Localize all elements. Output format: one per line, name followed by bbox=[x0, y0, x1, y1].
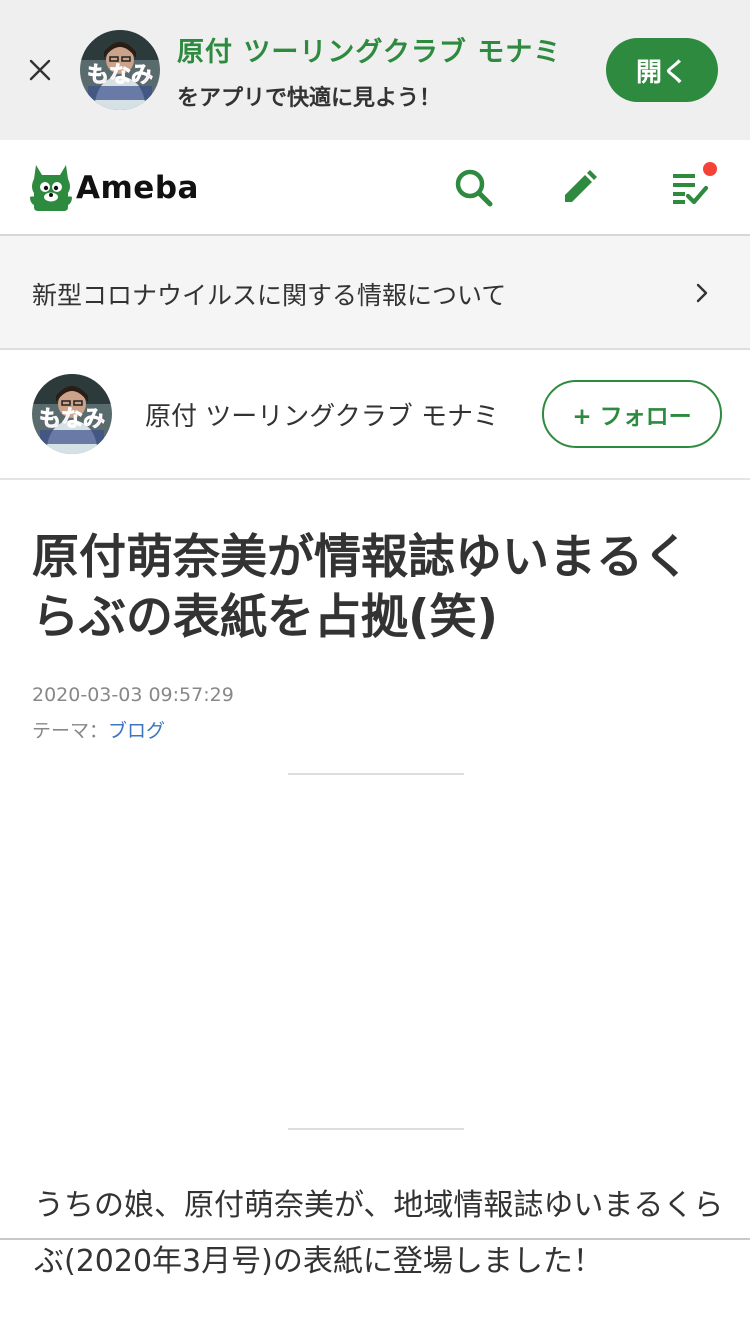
follow-button[interactable]: + フォロー bbox=[542, 380, 722, 448]
write-post-button[interactable] bbox=[557, 166, 601, 210]
checklist-icon bbox=[673, 174, 709, 205]
site-header: Ameba bbox=[0, 140, 750, 236]
theme-label: テーマ： bbox=[32, 720, 109, 742]
notice-text: 新型コロナウイルスに関する情報について bbox=[32, 281, 507, 310]
covid-notice-link[interactable]: 新型コロナウイルスに関する情報について bbox=[0, 236, 750, 350]
open-app-button[interactable]: 開く bbox=[606, 38, 718, 102]
avatar-logo-text: もなみ bbox=[39, 407, 105, 432]
edit-icon bbox=[565, 170, 597, 202]
ameba-mascot-icon bbox=[30, 165, 72, 211]
search-icon bbox=[455, 169, 493, 207]
banner-subtitle: をアプリで快適に見よう！ bbox=[177, 86, 442, 111]
banner-app-title: 原付 ツーリングクラブ モナミ bbox=[177, 37, 562, 68]
article-title: 原付萌奈美が情報誌ゆいまるくらぶの表紙を占拠(笑) bbox=[32, 530, 690, 645]
article-theme: テーマ：ブログ bbox=[32, 716, 165, 743]
blog-author-row: もなみ 原付 ツーリングクラブ モナミ + フォロー bbox=[0, 350, 750, 480]
blog-name[interactable]: 原付 ツーリングクラブ モナミ bbox=[145, 396, 500, 433]
logo-text: Ameba bbox=[76, 170, 199, 206]
ad-divider-bottom bbox=[288, 1128, 464, 1130]
ad-slot bbox=[0, 776, 750, 1128]
close-banner-button[interactable] bbox=[22, 52, 58, 88]
banner-avatar: もなみ bbox=[80, 30, 160, 110]
notifications-button[interactable] bbox=[668, 162, 717, 210]
theme-link[interactable]: ブログ bbox=[108, 720, 165, 742]
article-body: うちの娘、原付萌奈美が、地域情報誌ゆいまるくらぶ(2020年3月号)の表紙に登場… bbox=[34, 1188, 724, 1279]
bottom-toolbar-edge bbox=[0, 1238, 750, 1240]
notification-badge bbox=[703, 162, 717, 176]
ameba-logo[interactable]: Ameba bbox=[30, 162, 199, 214]
app-banner: もなみ 原付 ツーリングクラブ モナミ をアプリで快適に見よう！ 開く bbox=[0, 0, 750, 140]
chevron-right-icon bbox=[696, 283, 708, 303]
search-button[interactable] bbox=[452, 166, 496, 210]
avatar-logo-text: もなみ bbox=[87, 63, 153, 88]
ad-divider-top bbox=[288, 773, 464, 775]
close-icon bbox=[29, 59, 51, 81]
blog-avatar[interactable]: もなみ bbox=[32, 374, 112, 454]
article-date: 2020-03-03 09:57:29 bbox=[32, 684, 234, 706]
